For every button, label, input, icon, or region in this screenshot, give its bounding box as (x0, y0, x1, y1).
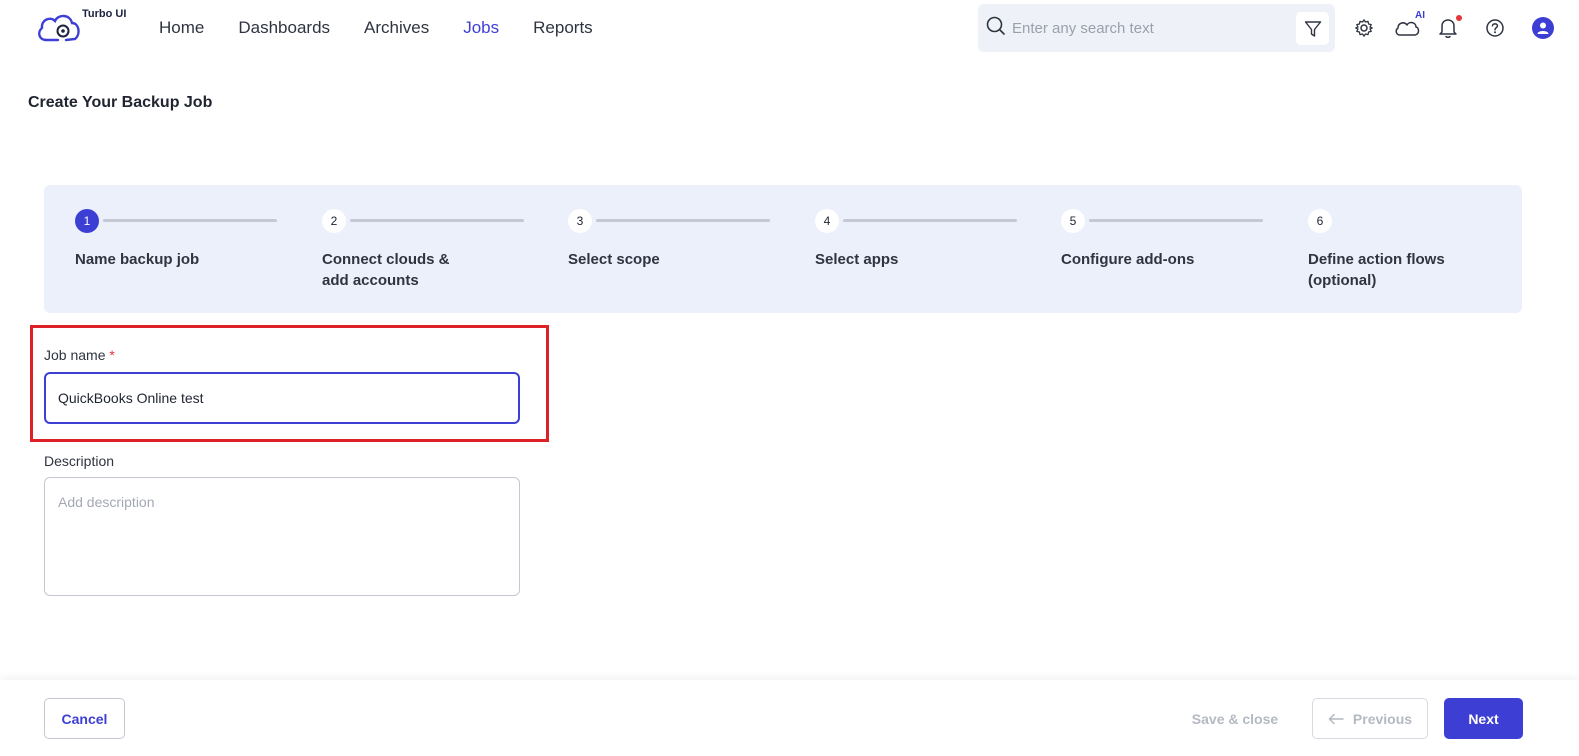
step-number: 5 (1061, 209, 1085, 233)
previous-button-label: Previous (1352, 710, 1413, 727)
arrow-left-icon (1328, 713, 1344, 724)
step-connector (350, 219, 524, 222)
previous-button[interactable]: Previous (1312, 698, 1428, 739)
next-button[interactable]: Next (1444, 698, 1523, 739)
step-label: Name backup job (75, 251, 200, 268)
cancel-button[interactable]: Cancel (44, 698, 125, 739)
footer-actions: Cancel Save & close Previous Next (0, 680, 1579, 756)
settings-button[interactable] (1352, 16, 1376, 40)
app-name: Turbo UI (82, 8, 127, 20)
save-close-button[interactable]: Save & close (1180, 698, 1290, 739)
gear-icon (1355, 19, 1373, 37)
step-label: Configure add-ons (1061, 251, 1195, 268)
description-textarea[interactable] (44, 477, 520, 596)
job-name-label-text: Job name (44, 347, 106, 363)
description-label: Description (44, 453, 115, 469)
help-icon (1486, 19, 1504, 37)
main-nav: Home Dashboards Archives Jobs Reports (159, 18, 627, 38)
nav-item-home[interactable]: Home (159, 18, 204, 38)
ai-label: AI (1415, 10, 1425, 21)
user-icon (1537, 22, 1549, 34)
bell-icon (1439, 19, 1457, 38)
step-connector (596, 219, 770, 222)
step-connector (103, 219, 277, 222)
step-number: 4 (815, 209, 839, 233)
step-number: 2 (322, 209, 346, 233)
step-label: Connect clouds & add accounts (322, 251, 450, 289)
nav-item-archives[interactable]: Archives (364, 18, 429, 38)
progress-stepper: 1 Name backup job 2 Connect clouds & add… (44, 185, 1522, 313)
cloud-logo-icon (38, 14, 80, 42)
page-title: Create Your Backup Job (28, 94, 213, 111)
top-navigation-bar: Turbo UI Home Dashboards Archives Jobs R… (0, 0, 1579, 56)
help-button[interactable] (1483, 16, 1507, 40)
app-logo[interactable]: Turbo UI (36, 6, 136, 48)
nav-item-reports[interactable]: Reports (533, 18, 593, 38)
search-icon (986, 16, 1005, 35)
step-label: Select scope (568, 251, 660, 268)
filter-icon (1304, 20, 1321, 37)
notification-dot (1456, 15, 1462, 21)
nav-item-jobs[interactable]: Jobs (463, 18, 499, 38)
step-connector (843, 219, 1017, 222)
filter-button[interactable] (1296, 12, 1329, 45)
step-number: 1 (75, 209, 99, 233)
nav-item-dashboards[interactable]: Dashboards (238, 18, 330, 38)
job-name-input[interactable] (44, 372, 520, 424)
search-input[interactable] (1012, 16, 1282, 40)
step-connector (1089, 219, 1263, 222)
step-label: Define action flows (optional) (1308, 251, 1445, 289)
step-number: 3 (568, 209, 592, 233)
cloud-icon (1395, 21, 1420, 36)
required-marker: * (109, 347, 115, 363)
step-number: 6 (1308, 209, 1332, 233)
step-label: Select apps (815, 251, 899, 268)
search-bar (978, 4, 1335, 52)
job-name-label: Job name * (44, 347, 115, 363)
user-avatar[interactable] (1532, 17, 1554, 39)
